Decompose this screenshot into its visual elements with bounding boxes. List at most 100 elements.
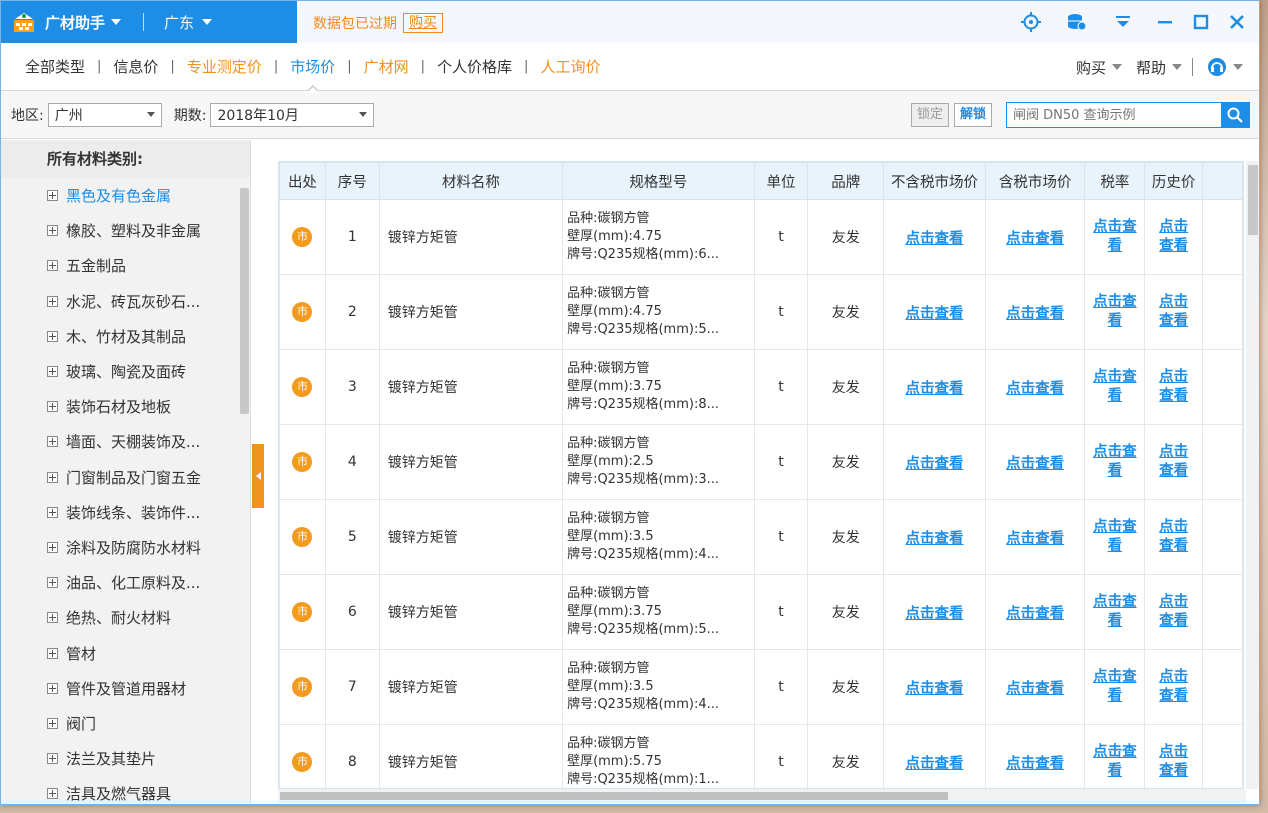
tab-6[interactable]: 人工询价	[540, 43, 600, 91]
search-button[interactable]	[1221, 103, 1249, 127]
sidebar-item[interactable]: 装饰石材及地板	[1, 389, 250, 424]
sidebar-item[interactable]: 法兰及其垫片	[1, 741, 250, 776]
sidebar-item[interactable]: 油品、化工原料及...	[1, 565, 250, 600]
buy-data-link[interactable]: 购买	[403, 13, 443, 33]
view-tax-price-link[interactable]: 点击查看	[1006, 381, 1064, 397]
view-tax-price-link[interactable]: 点击查看	[1006, 531, 1064, 547]
sidebar-item[interactable]: 黑色及有色金属	[1, 178, 250, 213]
locate-icon[interactable]	[1017, 8, 1045, 36]
vertical-scroll-thumb[interactable]	[1248, 165, 1258, 235]
column-header[interactable]: 品牌	[807, 162, 885, 200]
view-tax-rate-link[interactable]: 点击查看	[1093, 368, 1137, 406]
support-menu[interactable]	[1207, 57, 1243, 77]
view-history-link[interactable]: 点击 查看	[1159, 593, 1188, 631]
table-row[interactable]: 市 5 镀锌方矩管 品种:碳钢方管 壁厚(mm):3.5 牌号:Q235规格(mm):4.…	[279, 499, 1243, 575]
expand-plus-icon[interactable]	[47, 717, 58, 729]
market-source-badge[interactable]: 市	[292, 752, 313, 772]
expand-plus-icon[interactable]	[47, 506, 58, 518]
view-tax-rate-link[interactable]: 点击查看	[1093, 518, 1137, 556]
sidebar-item[interactable]: 阀门	[1, 706, 250, 741]
market-source-badge[interactable]: 市	[292, 302, 313, 322]
region-select[interactable]: 广州	[47, 102, 162, 127]
help-menu[interactable]: 帮助	[1136, 57, 1182, 78]
maximize-icon[interactable]	[1187, 8, 1215, 36]
region-selector[interactable]: 广东	[164, 12, 213, 33]
table-vertical-scrollbar[interactable]	[1246, 161, 1259, 789]
table-horizontal-scrollbar[interactable]	[278, 789, 1246, 803]
view-pretax-price-link[interactable]: 点击查看	[905, 306, 963, 322]
sidebar-item[interactable]: 管材	[1, 635, 250, 670]
table-row[interactable]: 市 6 镀锌方矩管 品种:碳钢方管 壁厚(mm):3.75 牌号:Q235规格(mm):5…	[279, 574, 1243, 650]
view-tax-price-link[interactable]: 点击查看	[1006, 456, 1064, 472]
view-pretax-price-link[interactable]: 点击查看	[905, 756, 963, 772]
view-tax-rate-link[interactable]: 点击查看	[1093, 668, 1137, 706]
expand-plus-icon[interactable]	[47, 577, 58, 589]
view-tax-rate-link[interactable]: 点击查看	[1093, 743, 1137, 781]
view-tax-rate-link[interactable]: 点击查看	[1093, 218, 1137, 256]
sidebar-item[interactable]: 墙面、天棚装饰及...	[1, 424, 250, 459]
view-history-link[interactable]: 点击 查看	[1159, 218, 1188, 256]
search-input[interactable]	[1007, 103, 1221, 127]
view-history-link[interactable]: 点击 查看	[1159, 668, 1188, 706]
tab-0[interactable]: 全部类型	[25, 43, 85, 91]
sidebar-item[interactable]: 管件及管道用器材	[1, 671, 250, 706]
view-pretax-price-link[interactable]: 点击查看	[905, 606, 963, 622]
tab-4[interactable]: 广材网	[364, 43, 409, 91]
table-row[interactable]: 市 2 镀锌方矩管 品种:碳钢方管 壁厚(mm):4.75 牌号:Q235规格(mm):5…	[279, 274, 1243, 350]
market-source-badge[interactable]: 市	[292, 527, 313, 547]
expand-plus-icon[interactable]	[47, 190, 58, 202]
view-tax-price-link[interactable]: 点击查看	[1006, 231, 1064, 247]
expand-plus-icon[interactable]	[47, 295, 58, 307]
table-row[interactable]: 市 8 镀锌方矩管 品种:碳钢方管 壁厚(mm):5.75 牌号:Q235规格(mm):1…	[279, 724, 1243, 788]
column-header[interactable]: 序号	[324, 162, 380, 200]
view-pretax-price-link[interactable]: 点击查看	[905, 531, 963, 547]
database-icon[interactable]	[1063, 8, 1091, 36]
market-source-badge[interactable]: 市	[292, 452, 313, 472]
column-header[interactable]: 材料名称	[378, 162, 564, 200]
expand-plus-icon[interactable]	[47, 225, 58, 237]
view-history-link[interactable]: 点击 查看	[1159, 518, 1188, 556]
view-pretax-price-link[interactable]: 点击查看	[905, 681, 963, 697]
column-header[interactable]: 含税市场价	[984, 162, 1086, 200]
sidebar-item[interactable]: 玻璃、陶瓷及面砖	[1, 354, 250, 389]
tab-5[interactable]: 个人价格库	[437, 43, 512, 91]
column-header[interactable]: 出处	[279, 162, 326, 200]
view-tax-price-link[interactable]: 点击查看	[1006, 606, 1064, 622]
buy-menu[interactable]: 购买	[1076, 57, 1122, 78]
sidebar-item[interactable]: 橡胶、塑料及非金属	[1, 213, 250, 248]
column-header[interactable]: 单位	[753, 162, 809, 200]
column-header[interactable]: 规格型号	[562, 162, 755, 200]
horizontal-scroll-thumb[interactable]	[280, 792, 948, 800]
tab-1[interactable]: 信息价	[113, 43, 158, 91]
table-row[interactable]: 市 3 镀锌方矩管 品种:碳钢方管 壁厚(mm):3.75 牌号:Q235规格(mm):8…	[279, 349, 1243, 425]
sidebar-item[interactable]: 装饰线条、装饰件...	[1, 495, 250, 530]
expand-plus-icon[interactable]	[47, 647, 58, 659]
expand-plus-icon[interactable]	[47, 471, 58, 483]
market-source-badge[interactable]: 市	[292, 377, 313, 397]
sidebar-item[interactable]: 涂料及防腐防水材料	[1, 530, 250, 565]
sidebar-item[interactable]: 洁具及燃气器具	[1, 776, 250, 804]
tab-3[interactable]: 市场价	[290, 43, 335, 93]
view-tax-rate-link[interactable]: 点击查看	[1093, 293, 1137, 331]
view-history-link[interactable]: 点击 查看	[1159, 443, 1188, 481]
period-select[interactable]: 2018年10月	[210, 102, 375, 127]
market-source-badge[interactable]: 市	[292, 227, 313, 247]
view-tax-rate-link[interactable]: 点击查看	[1093, 443, 1137, 481]
column-header[interactable]: 历史价	[1144, 162, 1204, 200]
sidebar-item[interactable]: 门窗制品及门窗五金	[1, 460, 250, 495]
lock-button[interactable]: 锁定	[911, 103, 950, 127]
view-pretax-price-link[interactable]: 点击查看	[905, 381, 963, 397]
tab-2[interactable]: 专业测定价	[187, 43, 262, 91]
view-history-link[interactable]: 点击 查看	[1159, 743, 1188, 781]
column-header[interactable]: 不含税市场价	[883, 162, 986, 200]
table-row[interactable]: 市 1 镀锌方矩管 品种:碳钢方管 壁厚(mm):4.75 牌号:Q235规格(mm):6…	[279, 199, 1243, 275]
view-tax-price-link[interactable]: 点击查看	[1006, 756, 1064, 772]
view-pretax-price-link[interactable]: 点击查看	[905, 231, 963, 247]
expand-plus-icon[interactable]	[47, 366, 58, 378]
column-header[interactable]: 税率	[1084, 162, 1146, 200]
expand-plus-icon[interactable]	[47, 541, 58, 553]
view-pretax-price-link[interactable]: 点击查看	[905, 456, 963, 472]
expand-plus-icon[interactable]	[47, 612, 58, 624]
sidebar-item[interactable]: 水泥、砖瓦灰砂石...	[1, 284, 250, 319]
view-history-link[interactable]: 点击 查看	[1159, 293, 1188, 331]
